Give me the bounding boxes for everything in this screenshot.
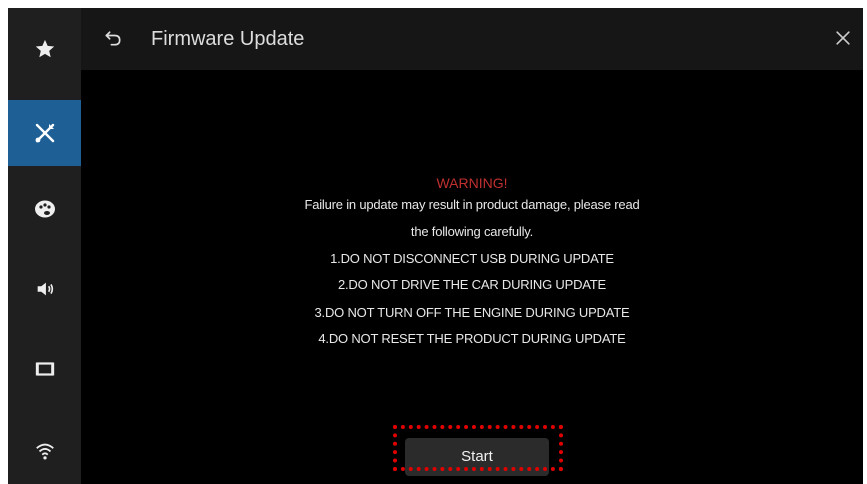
sidebar-item-theme[interactable] [8, 176, 81, 242]
warning-line: Failure in update may result in product … [304, 197, 640, 212]
start-button[interactable]: Start [405, 438, 549, 476]
back-icon[interactable] [103, 28, 123, 48]
tools-icon [35, 123, 54, 143]
star-icon [35, 39, 54, 58]
speaker-icon [37, 282, 53, 296]
palette-icon [34, 200, 55, 218]
sidebar-item-display[interactable] [8, 336, 81, 402]
sidebar [8, 8, 81, 484]
warning-line: 3.DO NOT TURN OFF THE ENGINE DURING UPDA… [314, 305, 630, 320]
sidebar-item-sound[interactable] [8, 256, 81, 322]
warning-line: 2.DO NOT DRIVE THE CAR DURING UPDATE [337, 277, 606, 292]
page-title: Firmware Update [151, 28, 305, 50]
sidebar-item-favorites[interactable] [8, 16, 81, 82]
warning-line: the following carefully. [410, 224, 534, 239]
close-icon[interactable] [833, 28, 853, 48]
warning-line: 4.DO NOT RESET THE PRODUCT DURING UPDATE [318, 331, 626, 346]
display-icon [35, 362, 54, 376]
firmware-update-screen: Firmware Update WARNING! Failure in upda… [8, 8, 863, 484]
title-bar: Firmware Update [81, 8, 863, 70]
warning-title: WARNING! [436, 175, 508, 191]
warning-line: 1.DO NOT DISCONNECT USB DURING UPDATE [330, 251, 614, 266]
sidebar-item-wifi[interactable] [8, 418, 81, 484]
wifi-icon [35, 443, 54, 460]
sidebar-item-settings[interactable] [8, 100, 81, 166]
update-content: WARNING! Failure in update may result in… [81, 70, 863, 484]
